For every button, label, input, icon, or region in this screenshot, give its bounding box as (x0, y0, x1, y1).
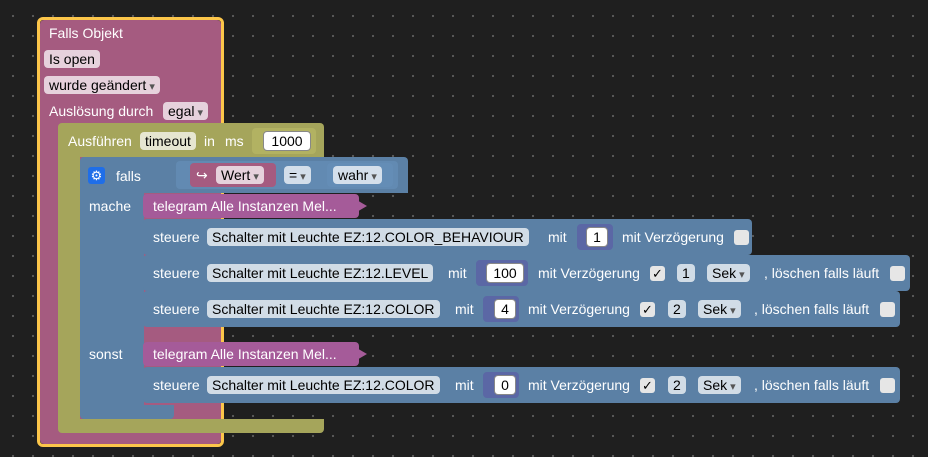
operator-dropdown[interactable]: = (284, 166, 311, 184)
control-label: steuere (153, 229, 200, 245)
delay-value-field[interactable]: 2 (668, 376, 686, 394)
delay-unit-dropdown[interactable]: Sek (698, 300, 741, 318)
clear-label: , löschen falls läuft (754, 301, 870, 317)
clear-checkbox[interactable] (880, 302, 895, 317)
clear-checkbox[interactable] (890, 266, 905, 281)
timeout-in-label: in (204, 133, 215, 149)
delay-value-field[interactable]: 1 (677, 264, 695, 282)
variable-arrow-icon: ↪ (196, 167, 208, 183)
control-label: steuere (153, 377, 200, 393)
gear-icon[interactable]: ⚙ (88, 167, 105, 184)
trigger-label: Falls Objekt (49, 25, 123, 41)
clear-label: , löschen falls läuft (764, 265, 880, 281)
control-mit-label: mit (455, 301, 474, 317)
timeout-block-bottom (58, 419, 324, 433)
trigger-type-dropdown[interactable]: egal (163, 102, 209, 120)
object-field[interactable]: Is open (44, 50, 100, 68)
delay-checkbox[interactable]: ✓ (640, 302, 655, 317)
telegram-block-tip (355, 347, 367, 361)
delay-label: mit Verzögerung (528, 377, 630, 393)
delay-label: mit Verzögerung (538, 265, 640, 281)
control-object-field[interactable]: Schalter mit Leuchte EZ:12.COLOR (207, 300, 440, 318)
delay-unit-dropdown[interactable]: Sek (707, 264, 750, 282)
delay-unit-dropdown[interactable]: Sek (698, 376, 741, 394)
if-block-bottom (80, 405, 174, 419)
if-label: falls (116, 168, 141, 184)
clear-label: , löschen falls läuft (754, 377, 870, 393)
if-block-side (80, 193, 144, 413)
control-object-field[interactable]: Schalter mit Leuchte EZ:12.COLOR_BEHAVIO… (207, 228, 529, 246)
control-label: steuere (153, 265, 200, 281)
delay-checkbox[interactable] (734, 230, 749, 245)
timeout-block-side (58, 157, 80, 419)
telegram-block-tip (355, 199, 367, 213)
control-value-input[interactable]: 4 (494, 299, 516, 319)
trigger-type-label: Auslösung durch (49, 103, 154, 119)
control-value-input[interactable]: 1 (586, 227, 608, 247)
control-object-field[interactable]: Schalter mit Leuchte EZ:12.LEVEL (207, 264, 434, 282)
boolean-dropdown[interactable]: wahr (333, 166, 382, 184)
control-label: steuere (153, 301, 200, 317)
delay-label: mit Verzögerung (622, 229, 724, 245)
control-mit-label: mit (548, 229, 567, 245)
clear-checkbox[interactable] (880, 378, 895, 393)
telegram-label: telegram Alle Instanzen Mel... (153, 346, 337, 362)
timeout-name-field[interactable]: timeout (140, 132, 196, 150)
control-mit-label: mit (455, 377, 474, 393)
variable-dropdown[interactable]: Wert (216, 166, 264, 184)
delay-checkbox[interactable]: ✓ (640, 378, 655, 393)
control-value-input[interactable]: 100 (486, 263, 524, 283)
timeout-run-label: Ausführen (68, 133, 132, 149)
control-value-input[interactable]: 0 (494, 375, 516, 395)
else-label: sonst (89, 346, 123, 362)
control-mit-label: mit (448, 265, 467, 281)
timeout-ms-label: ms (225, 133, 244, 149)
delay-checkbox[interactable]: ✓ (650, 266, 665, 281)
delay-value-field[interactable]: 2 (668, 300, 686, 318)
control-object-field[interactable]: Schalter mit Leuchte EZ:12.COLOR (207, 376, 440, 394)
delay-label: mit Verzögerung (528, 301, 630, 317)
change-dropdown[interactable]: wurde geändert (44, 76, 160, 94)
ms-value-input[interactable]: 1000 (263, 131, 311, 151)
do-label: mache (89, 198, 132, 214)
telegram-label: telegram Alle Instanzen Mel... (153, 198, 337, 214)
